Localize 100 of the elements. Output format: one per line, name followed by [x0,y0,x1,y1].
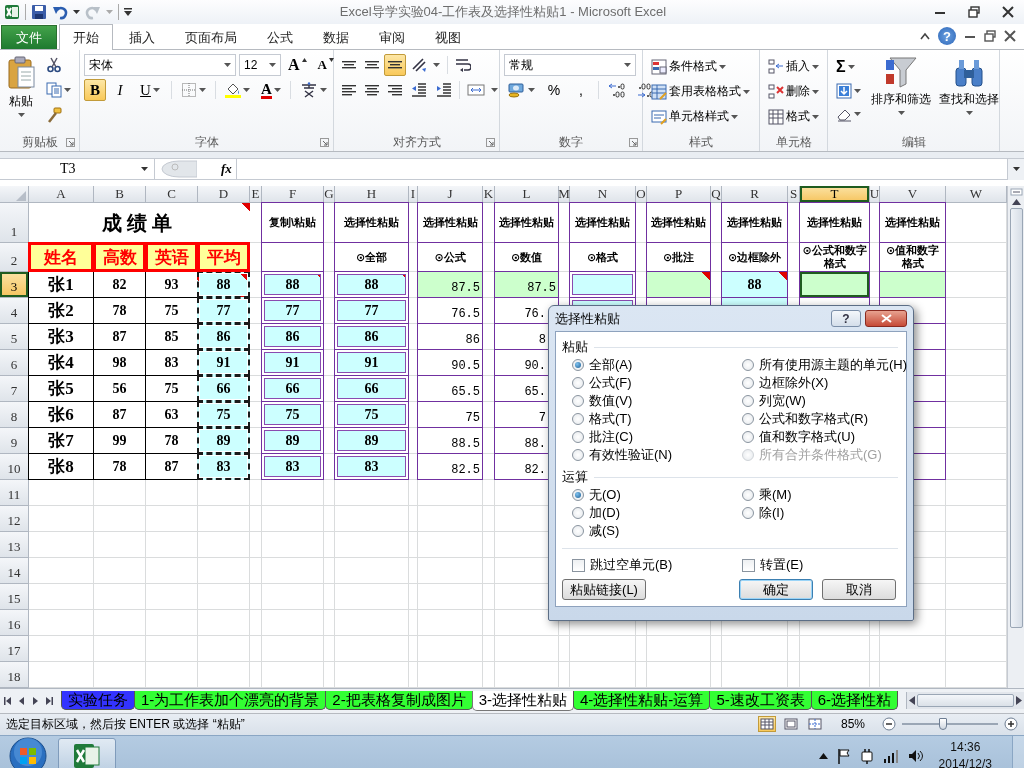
restore-icon[interactable] [968,6,980,18]
radio-circle[interactable] [742,489,754,501]
save-icon[interactable] [31,4,47,20]
scroll-right-icon[interactable] [1016,696,1022,705]
text-style-button[interactable]: U [134,79,166,101]
cells-menu-button[interactable]: 格式 [764,104,823,129]
column-header[interactable]: W [946,186,1007,203]
column-header[interactable]: D [198,186,250,203]
radio-circle[interactable] [572,377,584,389]
column-header[interactable]: K [483,186,495,203]
radio-option[interactable]: 公式和数字格式(R) [742,410,908,428]
ribbon-tab[interactable]: 开始 [59,24,113,50]
expand-formula-button[interactable] [1007,158,1024,180]
dialog-launcher-icon[interactable] [320,138,329,147]
row-header[interactable]: 14 [0,558,29,584]
close-button[interactable] [865,310,907,327]
radio-option[interactable]: 格式(T) [572,410,742,428]
radio-option[interactable]: 加(D) [572,504,742,522]
row-header[interactable]: 5 [0,324,29,350]
dialog-button[interactable]: 粘贴链接(L) [562,579,646,600]
scroll-up-icon[interactable] [1011,199,1021,205]
ribbon-tab[interactable]: 视图 [421,25,475,49]
radio-circle[interactable] [572,489,584,501]
flag-icon[interactable] [836,748,851,764]
ribbon-tab[interactable]: 审阅 [365,25,419,49]
text-style-button[interactable]: B [84,79,106,101]
row-header[interactable]: 9 [0,428,29,454]
radio-circle[interactable] [572,359,584,371]
row-header[interactable]: 7 [0,376,29,402]
sort-filter-button[interactable]: 排序和筛选 [869,54,933,133]
grow-font-button[interactable]: A [284,54,311,76]
signal-bars-icon[interactable] [882,749,899,763]
radio-option[interactable]: 边框除外(X) [742,374,908,392]
dialog-button[interactable]: 取消 [822,579,896,600]
sheet-tab[interactable]: 5-速改工资表 [709,690,812,710]
font-size-field[interactable]: 12 [239,54,281,76]
page-break-button[interactable] [806,716,824,732]
radio-option[interactable]: 有效性验证(N) [572,446,742,464]
styles-menu-button[interactable]: 单元格样式 [647,104,754,129]
sheet-tab[interactable]: 6-选择性粘 [810,690,899,710]
radio-circle[interactable] [742,395,754,407]
number-style-button[interactable]: , [569,79,593,101]
row-header[interactable]: 1 [0,203,29,243]
ribbon-tab[interactable]: 插入 [115,25,169,49]
styles-menu-button[interactable]: 条件格式 [647,54,754,79]
column-header[interactable]: B [94,186,146,203]
radio-circle[interactable] [572,525,584,537]
shrink-font-button[interactable]: A [313,54,338,76]
speaker-icon[interactable] [907,749,924,763]
radio-option[interactable]: 公式(F) [572,374,742,392]
radio-option[interactable]: 减(S) [572,522,742,540]
page-layout-button[interactable] [782,716,800,732]
power-plug-icon[interactable] [859,748,874,764]
radio-option[interactable]: 批注(C) [572,428,742,446]
ribbon-tab[interactable]: 数据 [309,25,363,49]
column-header[interactable]: E [250,186,262,203]
zoom-slider-thumb[interactable] [939,718,948,730]
radio-option[interactable]: 除(I) [742,504,898,522]
formula-bar-handle-icon[interactable] [161,160,197,178]
row-header[interactable]: 11 [0,480,29,506]
radio-circle[interactable] [742,359,754,371]
radio-option[interactable]: 无(O) [572,486,742,504]
customize-toolbar-icon[interactable] [124,8,132,16]
row-header[interactable]: 6 [0,350,29,376]
row-header[interactable]: 10 [0,454,29,480]
scroll-left-icon[interactable] [909,696,915,705]
cells-menu-button[interactable]: 插入 [764,54,823,79]
paste-button[interactable]: 粘贴 [4,54,38,133]
autosum-button[interactable]: Σ [832,54,865,79]
last-sheet-icon[interactable] [46,695,53,706]
column-header[interactable]: C [146,186,198,203]
undo-icon[interactable] [52,4,68,20]
radio-option[interactable]: 全部(A) [572,356,742,374]
radio-option[interactable]: 列宽(W) [742,392,908,410]
start-button[interactable] [8,736,48,768]
show-hidden-icons[interactable] [818,753,828,759]
sheet-tab[interactable]: 1-为工作表加个漂亮的背景 [134,690,327,710]
previous-sheet-icon[interactable] [18,695,25,706]
next-sheet-icon[interactable] [32,695,39,706]
radio-option[interactable]: 数值(V) [572,392,742,410]
font-color-button[interactable]: A [257,79,285,101]
radio-circle[interactable] [742,507,754,519]
row-header[interactable]: 17 [0,636,29,662]
row-header[interactable]: 13 [0,532,29,558]
ribbon-tab[interactable]: 页面布局 [171,25,251,49]
collapse-ribbon-icon[interactable] [920,32,930,40]
radio-option[interactable]: 所有使用源主题的单元(H) [742,356,908,374]
dialog-launcher-icon[interactable] [486,138,495,147]
name-box[interactable]: T3 [0,158,155,180]
close-icon[interactable] [1004,30,1016,42]
spreadsheet-app-icon[interactable] [4,4,20,20]
checkbox[interactable] [572,558,585,572]
find-select-button[interactable]: 查找和选择 [937,54,1001,133]
column-header[interactable]: A [29,186,94,203]
row-header[interactable]: 16 [0,610,29,636]
checkbox-option[interactable]: 跳过空单元(B) [572,555,742,575]
checkbox[interactable] [742,558,755,572]
row-header[interactable]: 8 [0,402,29,428]
row-header[interactable]: 4 [0,298,29,324]
sheet-tab[interactable]: 3-选择性粘贴 [471,690,575,711]
